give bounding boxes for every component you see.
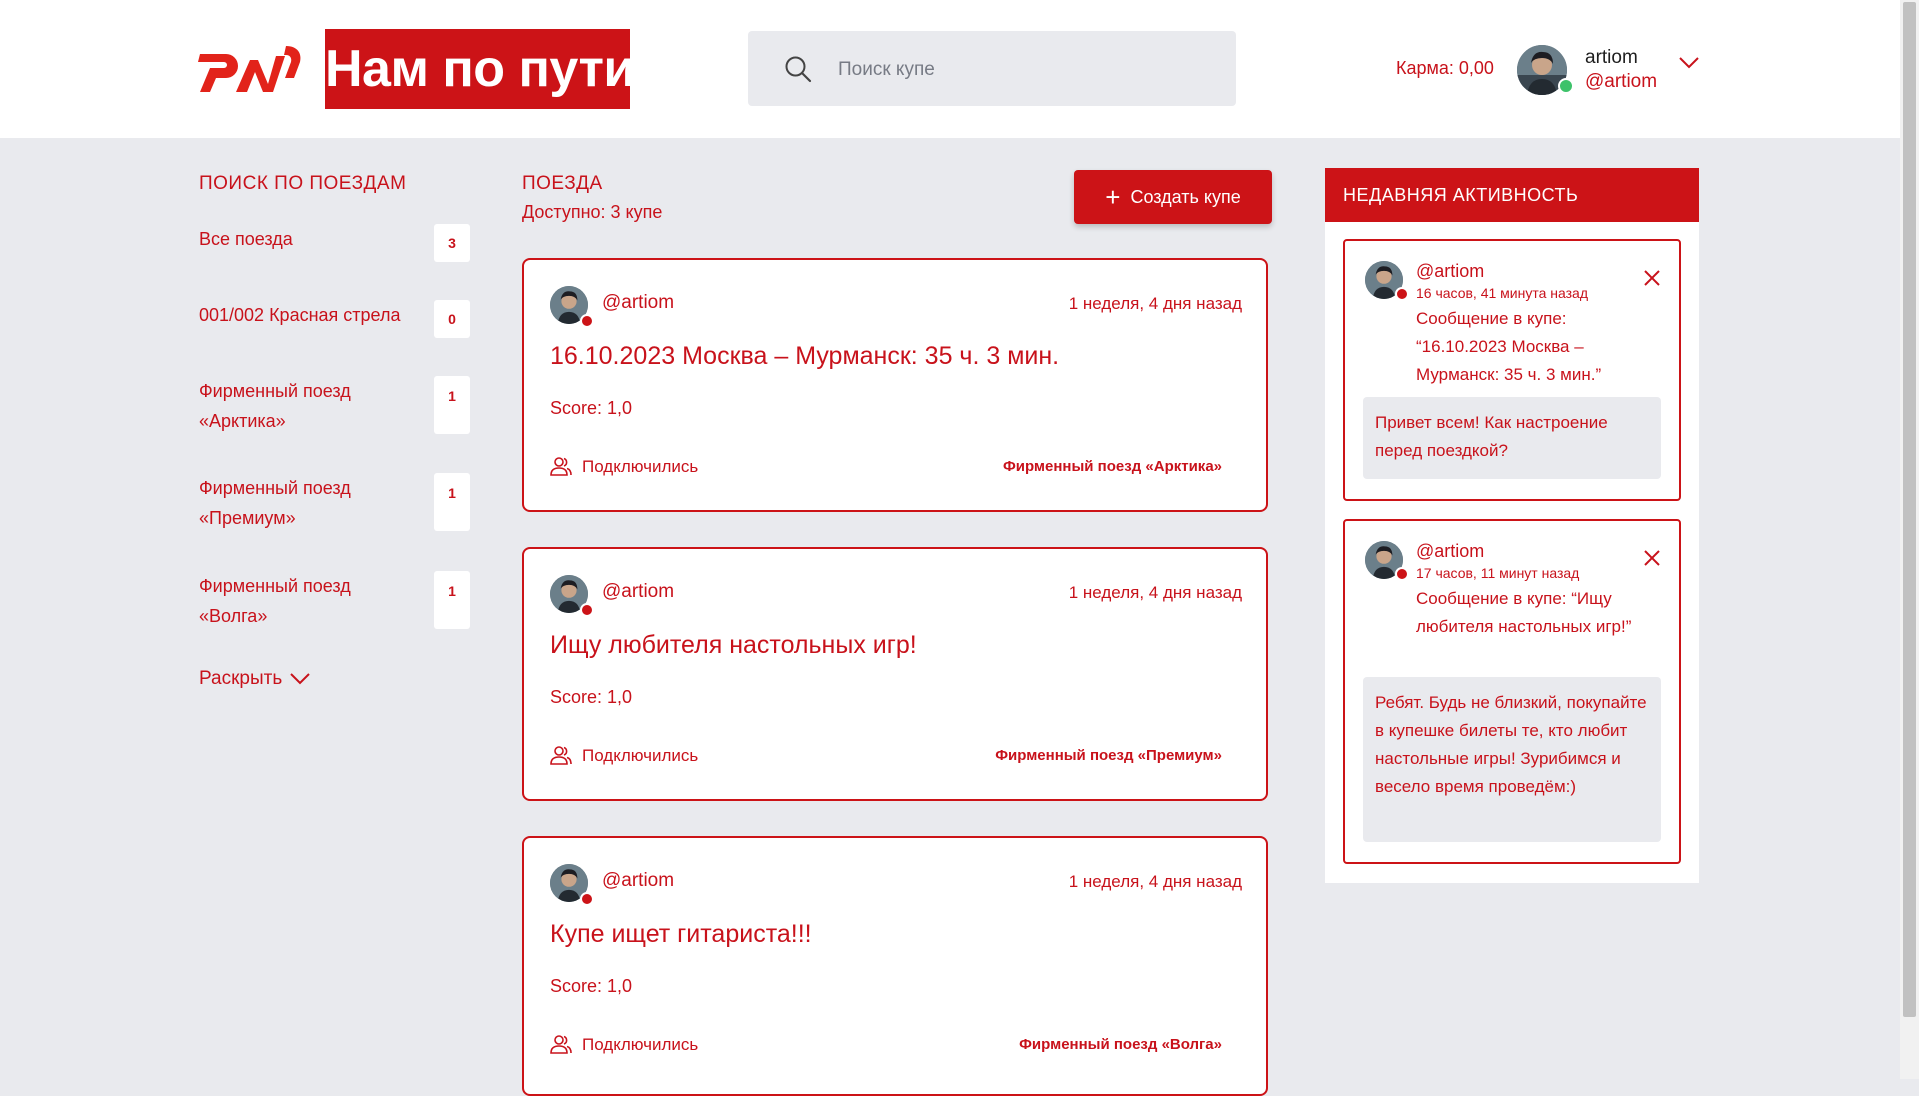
post-train-tag[interactable]: Фирменный поезд «Арктика» [1003,458,1222,475]
user-name: artiom [1585,47,1638,68]
search-box[interactable] [748,31,1236,108]
filter-count-badge: 0 [434,300,470,338]
post-title[interactable]: Ищу любителя настольных игр! [550,631,917,660]
post-time: 1 неделя, 4 дня назад [1068,294,1242,313]
filter-item-label: Все поезда [199,229,293,249]
activity-item[interactable]: @artiom 16 часов, 41 минута назад Сообще… [1343,239,1681,501]
compartment-card[interactable]: @artiom 1 неделя, 4 дня назад 16.10.2023… [522,258,1268,512]
activity-message[interactable]: Сообщение в купе: “Ищу любителя настольн… [1416,585,1636,641]
activity-quote: Ребят. Будь не близкий, покупайте в купе… [1363,677,1661,842]
activity-item[interactable]: @artiom 17 часов, 11 минут назад Сообщен… [1343,519,1681,864]
joined-label: Подключились [582,457,699,476]
post-time: 1 неделя, 4 дня назад [1068,583,1242,602]
scrollbar-thumb[interactable] [1903,2,1916,1017]
post-title[interactable]: Купе ищет гитариста!!! [550,920,812,949]
joined-label: Подключились [582,1035,699,1054]
create-compartment-button[interactable]: + Создать купе [1074,170,1272,224]
plus-icon: + [1105,181,1121,212]
joined-button[interactable]: Подключились [550,745,698,766]
joined-label: Подключились [582,746,699,765]
compartment-card[interactable]: @artiom 1 неделя, 4 дня назад Купе ищет … [522,836,1268,1096]
activity-time: 17 часов, 11 минут назад [1416,565,1580,581]
available-count: Доступно: 3 купе [522,202,663,222]
post-author[interactable]: @artiom [602,292,674,314]
filter-item-label: 001/002 Красная стрела [199,305,401,325]
post-score: Score: 1,0 [550,976,633,996]
close-icon[interactable] [1643,549,1661,567]
filter-item-label: Фирменный поезд «Премиум» [199,478,351,528]
status-dot [580,314,594,328]
post-score: Score: 1,0 [550,398,633,418]
chevron-down-icon [290,673,310,685]
karma-value: Карма: 0,00 [1396,58,1494,78]
expand-filters-button[interactable]: Раскрыть [199,668,310,690]
close-icon[interactable] [1643,269,1661,287]
post-train-tag[interactable]: Фирменный поезд «Волга» [1019,1036,1222,1053]
filter-count-badge: 1 [434,473,470,531]
post-title[interactable]: 16.10.2023 Москва – Мурманск: 35 ч. 3 ми… [550,342,1059,371]
search-input[interactable] [836,31,1220,108]
create-button-label: Создать купе [1130,186,1241,207]
user-handle: @artiom [1585,71,1658,92]
joined-button[interactable]: Подключились [550,1034,698,1055]
users-icon [550,457,572,476]
joined-button[interactable]: Подключились [550,456,698,477]
filter-item-label: Фирменный поезд «Волга» [199,576,351,626]
post-author[interactable]: @artiom [602,870,674,892]
activity-author[interactable]: @artiom [1416,541,1484,562]
rzd-logo[interactable] [198,42,302,94]
chevron-down-icon[interactable] [1678,56,1700,70]
post-author[interactable]: @artiom [602,581,674,603]
expand-label: Раскрыть [199,668,283,689]
status-dot [580,892,594,906]
brand-title[interactable]: Нам по пути [325,29,635,109]
compartment-card[interactable]: @artiom 1 неделя, 4 дня назад Ищу любите… [522,547,1268,801]
post-time: 1 неделя, 4 дня назад [1068,872,1242,891]
users-icon [550,746,572,765]
activity-title: НЕДАВНЯЯ АКТИВНОСТЬ [1325,168,1699,222]
status-dot [1395,287,1409,301]
users-icon [550,1035,572,1054]
activity-quote: Привет всем! Как настроение перед поездк… [1363,397,1661,479]
filter-title: ПОИСК ПО ПОЕЗДАМ [199,173,407,194]
filter-count-badge: 1 [434,376,470,434]
online-status-dot [1558,78,1574,94]
filter-count-badge: 1 [434,571,470,629]
filter-count-badge: 3 [434,224,470,262]
activity-message[interactable]: Сообщение в купе: “16.10.2023 Москва – М… [1416,305,1636,389]
top-header: Нам по пути Карма: 0,00 artiom @artiom [0,0,1900,138]
activity-author[interactable]: @artiom [1416,261,1484,282]
post-train-tag[interactable]: Фирменный поезд «Премиум» [995,747,1222,764]
status-dot [580,603,594,617]
trains-section-title: ПОЕЗДА [522,173,603,194]
recent-activity-panel: НЕДАВНЯЯ АКТИВНОСТЬ @artiom 16 часов, 41… [1325,168,1699,883]
post-score: Score: 1,0 [550,687,633,707]
activity-time: 16 часов, 41 минута назад [1416,285,1589,301]
filter-item-label: Фирменный поезд «Арктика» [199,381,351,431]
search-icon [785,56,812,83]
status-dot [1395,567,1409,581]
